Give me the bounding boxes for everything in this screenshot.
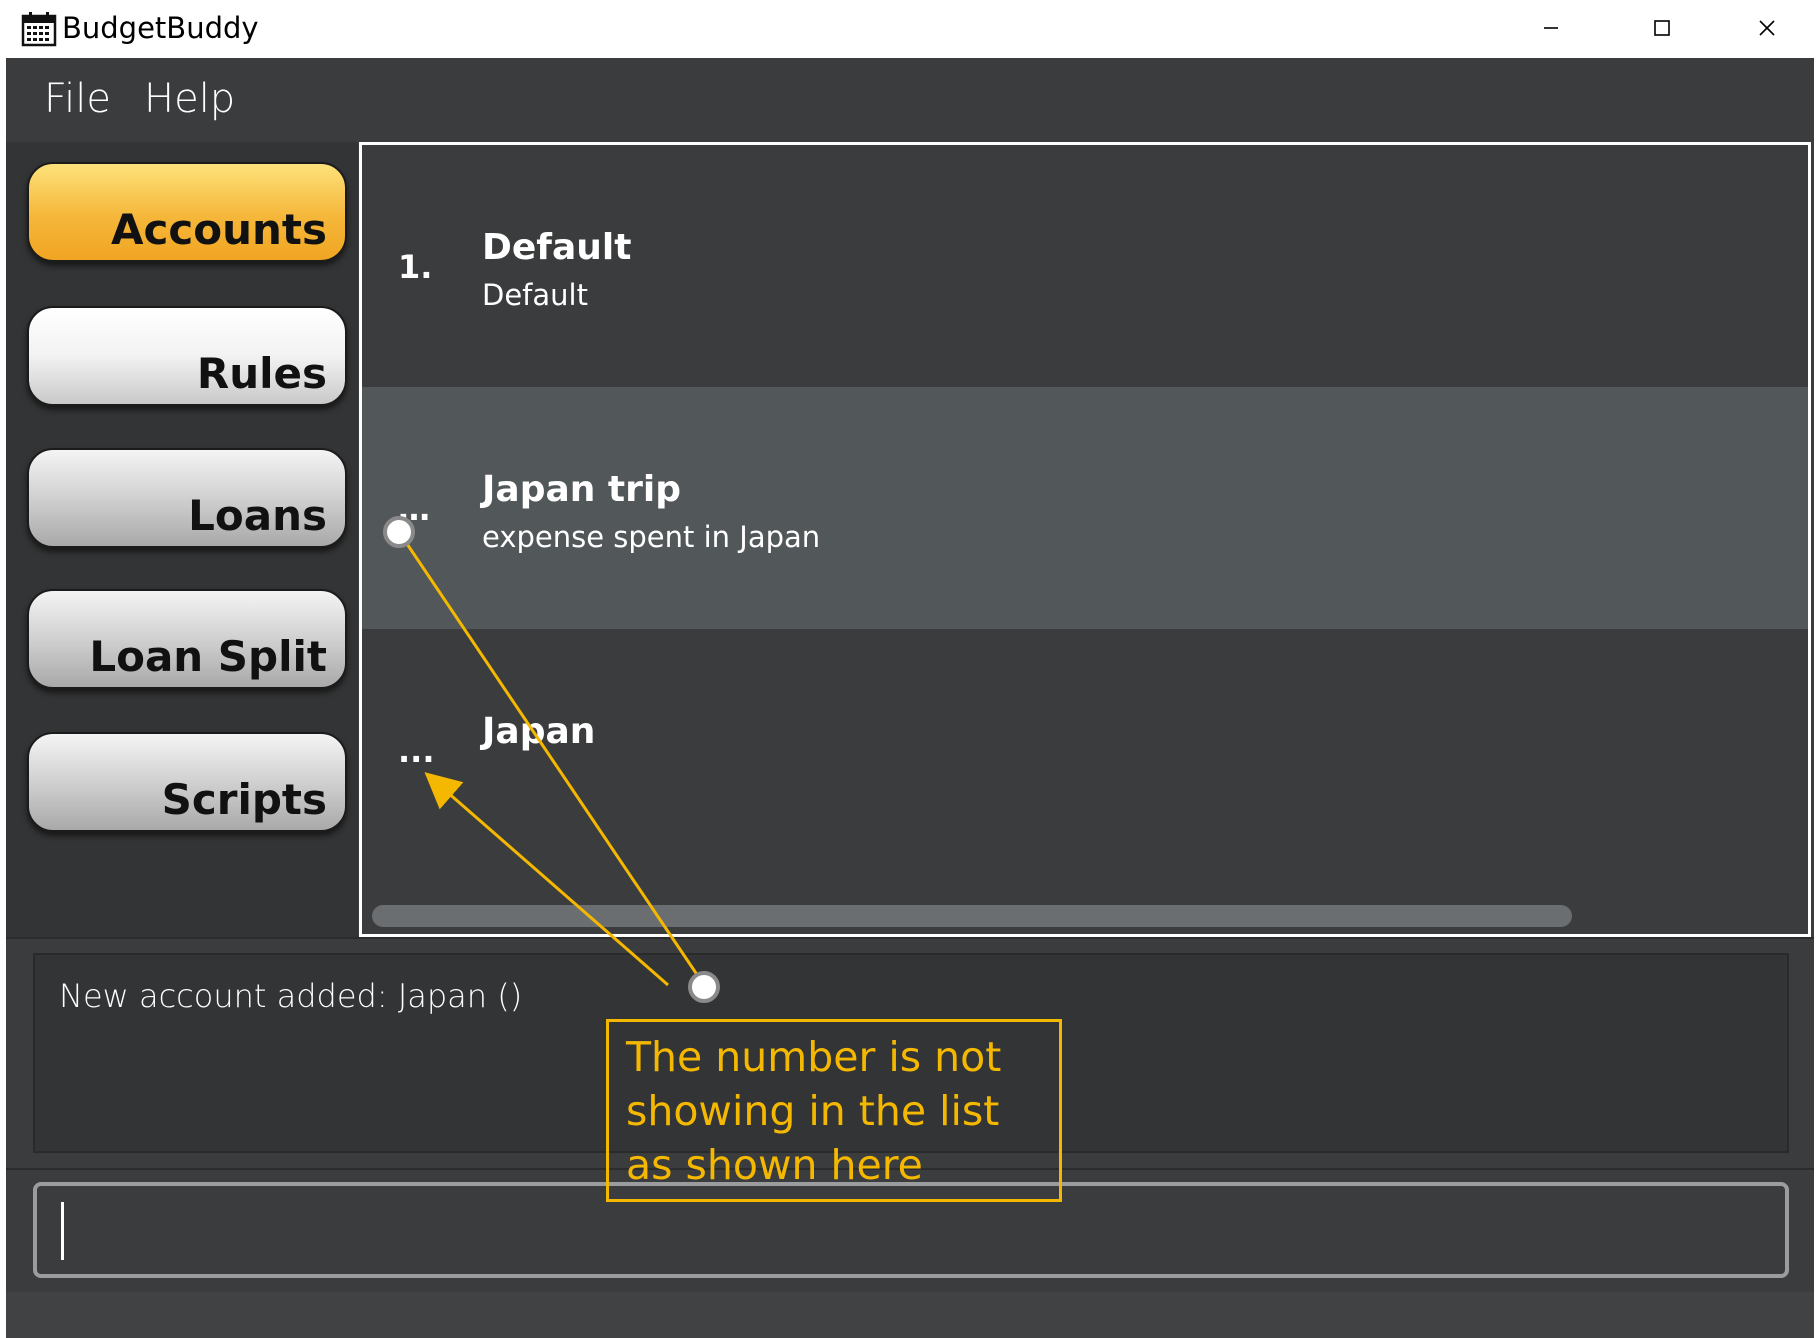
annotation-note-text: The number is not showing in the list as… — [626, 1033, 1002, 1189]
annotation-line — [397, 531, 706, 986]
annotation-arrow — [424, 772, 669, 987]
annotation-marker — [688, 971, 720, 1003]
annotation-note: The number is not showing in the list as… — [606, 1019, 1062, 1202]
annotation-marker — [383, 516, 415, 548]
